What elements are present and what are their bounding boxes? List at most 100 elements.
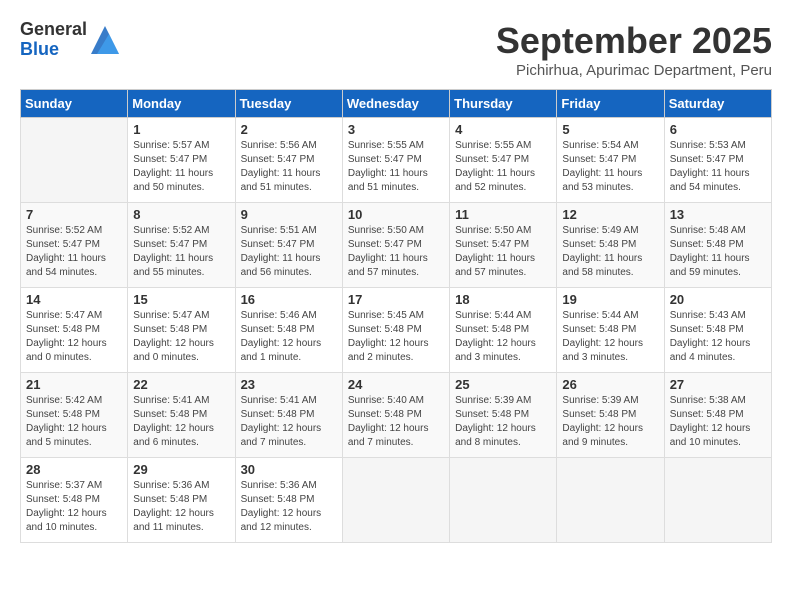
day-header-friday: Friday <box>557 90 664 118</box>
day-info: Sunrise: 5:36 AMSunset: 5:48 PMDaylight:… <box>241 479 337 535</box>
title-section: September 2025 Pichirhua, Apurimac Depar… <box>496 20 772 79</box>
calendar-cell <box>450 458 557 543</box>
week-row-4: 21 Sunrise: 5:42 AMSunset: 5:48 PMDayligh… <box>21 373 772 458</box>
day-number: 21 <box>26 377 122 392</box>
calendar-cell: 19 Sunrise: 5:44 AMSunset: 5:48 PMDayligh… <box>557 288 664 373</box>
day-number: 2 <box>241 122 337 137</box>
calendar-cell: 29 Sunrise: 5:36 AMSunset: 5:48 PMDayligh… <box>128 458 235 543</box>
day-info: Sunrise: 5:47 AMSunset: 5:48 PMDaylight:… <box>26 309 122 365</box>
day-header-monday: Monday <box>128 90 235 118</box>
day-info: Sunrise: 5:42 AMSunset: 5:48 PMDaylight:… <box>26 394 122 450</box>
calendar-cell <box>342 458 449 543</box>
calendar-cell <box>664 458 771 543</box>
day-number: 17 <box>348 292 444 307</box>
day-number: 8 <box>133 207 229 222</box>
calendar-cell: 8 Sunrise: 5:52 AMSunset: 5:47 PMDaylight… <box>128 203 235 288</box>
calendar-cell: 24 Sunrise: 5:40 AMSunset: 5:48 PMDayligh… <box>342 373 449 458</box>
day-info: Sunrise: 5:46 AMSunset: 5:48 PMDaylight:… <box>241 309 337 365</box>
calendar-header: SundayMondayTuesdayWednesdayThursdayFrid… <box>21 90 772 118</box>
calendar-cell: 4 Sunrise: 5:55 AMSunset: 5:47 PMDaylight… <box>450 118 557 203</box>
calendar-cell: 17Sunrise: 5:45 AMSunset: 5:48 PMDayligh… <box>342 288 449 373</box>
day-header-wednesday: Wednesday <box>342 90 449 118</box>
calendar-cell <box>557 458 664 543</box>
day-info: Sunrise: 5:52 AMSunset: 5:47 PMDaylight:… <box>26 224 122 280</box>
week-row-1: 1 Sunrise: 5:57 AMSunset: 5:47 PMDaylight… <box>21 118 772 203</box>
day-number: 23 <box>241 377 337 392</box>
day-info: Sunrise: 5:38 AMSunset: 5:48 PMDaylight:… <box>670 394 766 450</box>
calendar-cell: 6 Sunrise: 5:53 AMSunset: 5:47 PMDaylight… <box>664 118 771 203</box>
calendar-cell: 22Sunrise: 5:41 AMSunset: 5:48 PMDayligh… <box>128 373 235 458</box>
day-number: 11 <box>455 207 551 222</box>
calendar-cell: 10Sunrise: 5:50 AMSunset: 5:47 PMDayligh… <box>342 203 449 288</box>
day-header-sunday: Sunday <box>21 90 128 118</box>
calendar-cell: 26Sunrise: 5:39 AMSunset: 5:48 PMDayligh… <box>557 373 664 458</box>
day-number: 7 <box>26 207 122 222</box>
day-info: Sunrise: 5:36 AMSunset: 5:48 PMDaylight:… <box>133 479 229 535</box>
day-info: Sunrise: 5:56 AMSunset: 5:47 PMDaylight:… <box>241 139 337 195</box>
day-number: 3 <box>348 122 444 137</box>
calendar-table: SundayMondayTuesdayWednesdayThursdayFrid… <box>20 89 772 543</box>
calendar-cell: 27Sunrise: 5:38 AMSunset: 5:48 PMDayligh… <box>664 373 771 458</box>
day-info: Sunrise: 5:50 AMSunset: 5:47 PMDaylight:… <box>348 224 444 280</box>
calendar-cell: 15 Sunrise: 5:47 AMSunset: 5:48 PMDayligh… <box>128 288 235 373</box>
week-row-2: 7 Sunrise: 5:52 AMSunset: 5:47 PMDaylight… <box>21 203 772 288</box>
day-info: Sunrise: 5:47 AMSunset: 5:48 PMDaylight:… <box>133 309 229 365</box>
day-number: 14 <box>26 292 122 307</box>
day-number: 13 <box>670 207 766 222</box>
day-info: Sunrise: 5:44 AMSunset: 5:48 PMDaylight:… <box>455 309 551 365</box>
logo-blue-text: Blue <box>20 40 87 60</box>
calendar-cell: 18 Sunrise: 5:44 AMSunset: 5:48 PMDayligh… <box>450 288 557 373</box>
week-row-3: 14 Sunrise: 5:47 AMSunset: 5:48 PMDayligh… <box>21 288 772 373</box>
day-number: 30 <box>241 462 337 477</box>
day-number: 12 <box>562 207 658 222</box>
day-info: Sunrise: 5:52 AMSunset: 5:47 PMDaylight:… <box>133 224 229 280</box>
day-info: Sunrise: 5:40 AMSunset: 5:48 PMDaylight:… <box>348 394 444 450</box>
day-number: 15 <box>133 292 229 307</box>
calendar-cell: 28 Sunrise: 5:37 AMSunset: 5:48 PMDayligh… <box>21 458 128 543</box>
day-number: 29 <box>133 462 229 477</box>
day-info: Sunrise: 5:37 AMSunset: 5:48 PMDaylight:… <box>26 479 122 535</box>
day-number: 19 <box>562 292 658 307</box>
day-info: Sunrise: 5:53 AMSunset: 5:47 PMDaylight:… <box>670 139 766 195</box>
calendar-cell: 13Sunrise: 5:48 AMSunset: 5:48 PMDayligh… <box>664 203 771 288</box>
day-number: 1 <box>133 122 229 137</box>
day-info: Sunrise: 5:55 AMSunset: 5:47 PMDaylight:… <box>455 139 551 195</box>
day-number: 6 <box>670 122 766 137</box>
calendar-cell: 11 Sunrise: 5:50 AMSunset: 5:47 PMDayligh… <box>450 203 557 288</box>
day-info: Sunrise: 5:55 AMSunset: 5:47 PMDaylight:… <box>348 139 444 195</box>
page-header: General Blue September 2025 Pichirhua, A… <box>20 20 772 79</box>
day-info: Sunrise: 5:39 AMSunset: 5:48 PMDaylight:… <box>562 394 658 450</box>
day-number: 16 <box>241 292 337 307</box>
day-info: Sunrise: 5:44 AMSunset: 5:48 PMDaylight:… <box>562 309 658 365</box>
calendar-cell: 1 Sunrise: 5:57 AMSunset: 5:47 PMDaylight… <box>128 118 235 203</box>
day-number: 24 <box>348 377 444 392</box>
day-number: 18 <box>455 292 551 307</box>
day-info: Sunrise: 5:51 AMSunset: 5:47 PMDaylight:… <box>241 224 337 280</box>
day-number: 4 <box>455 122 551 137</box>
calendar-cell: 20 Sunrise: 5:43 AMSunset: 5:48 PMDayligh… <box>664 288 771 373</box>
day-info: Sunrise: 5:43 AMSunset: 5:48 PMDaylight:… <box>670 309 766 365</box>
calendar-cell: 12Sunrise: 5:49 AMSunset: 5:48 PMDayligh… <box>557 203 664 288</box>
day-number: 28 <box>26 462 122 477</box>
calendar-cell: 14 Sunrise: 5:47 AMSunset: 5:48 PMDayligh… <box>21 288 128 373</box>
logo-icon <box>91 26 119 54</box>
day-number: 25 <box>455 377 551 392</box>
day-header-thursday: Thursday <box>450 90 557 118</box>
day-info: Sunrise: 5:54 AMSunset: 5:47 PMDaylight:… <box>562 139 658 195</box>
day-header-tuesday: Tuesday <box>235 90 342 118</box>
location-subtitle: Pichirhua, Apurimac Department, Peru <box>496 62 772 79</box>
header-row: SundayMondayTuesdayWednesdayThursdayFrid… <box>21 90 772 118</box>
month-title: September 2025 <box>496 20 772 62</box>
logo: General Blue <box>20 20 119 60</box>
calendar-body: 1 Sunrise: 5:57 AMSunset: 5:47 PMDaylight… <box>21 118 772 543</box>
calendar-cell: 7 Sunrise: 5:52 AMSunset: 5:47 PMDaylight… <box>21 203 128 288</box>
day-info: Sunrise: 5:50 AMSunset: 5:47 PMDaylight:… <box>455 224 551 280</box>
day-number: 20 <box>670 292 766 307</box>
calendar-cell: 30 Sunrise: 5:36 AMSunset: 5:48 PMDayligh… <box>235 458 342 543</box>
day-header-saturday: Saturday <box>664 90 771 118</box>
calendar-cell: 16 Sunrise: 5:46 AMSunset: 5:48 PMDayligh… <box>235 288 342 373</box>
day-info: Sunrise: 5:57 AMSunset: 5:47 PMDaylight:… <box>133 139 229 195</box>
day-number: 22 <box>133 377 229 392</box>
calendar-cell: 9Sunrise: 5:51 AMSunset: 5:47 PMDaylight… <box>235 203 342 288</box>
day-info: Sunrise: 5:39 AMSunset: 5:48 PMDaylight:… <box>455 394 551 450</box>
